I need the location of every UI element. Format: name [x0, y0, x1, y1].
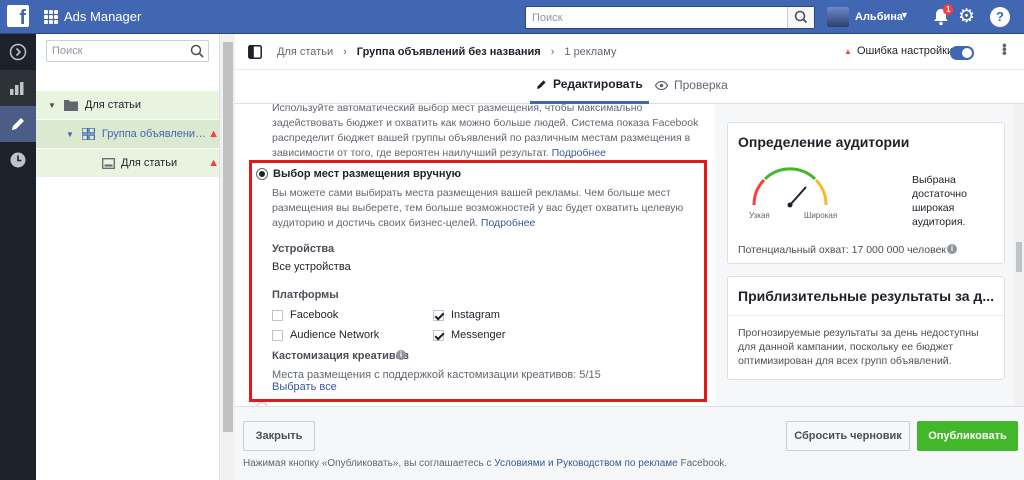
estimated-results-card: Приблизительные результаты за д... Прогн…	[727, 276, 1005, 380]
facebook-logo-icon[interactable]: f	[7, 5, 29, 27]
breadcrumb-adset[interactable]: Группа объявлений без названия	[357, 46, 541, 58]
editor-tabs: Редактировать Проверка	[235, 70, 1024, 104]
ad-preview-icon	[102, 157, 115, 169]
close-button[interactable]: Закрыть	[243, 421, 315, 451]
estimates-title: Приблизительные результаты за д...	[738, 288, 994, 304]
caret-down-icon[interactable]: ▼	[66, 130, 74, 139]
adset-grid-icon	[81, 128, 95, 140]
app-name[interactable]: Ads Manager	[64, 9, 141, 24]
rail-collapse-button[interactable]	[0, 34, 36, 70]
reset-draft-button[interactable]: Сбросить черновик	[786, 421, 910, 451]
editor-footer: Закрыть Сбросить черновик Опубликовать Н…	[235, 406, 1024, 480]
editor-scrollbar[interactable]	[1014, 104, 1024, 406]
audience-gauge-icon	[752, 167, 828, 208]
clock-icon	[10, 152, 26, 168]
chevron-down-icon[interactable]: ▼	[900, 10, 909, 20]
pencil-icon	[12, 118, 24, 130]
avatar[interactable]	[827, 7, 849, 27]
tree-item-label: Для статьи	[121, 157, 178, 169]
global-search	[525, 6, 815, 29]
pencil-icon	[537, 80, 546, 89]
search-icon	[794, 10, 808, 24]
tree-item-ad[interactable]: Для статьи ▲	[36, 149, 219, 177]
terms-link[interactable]: Условиями и Руководством по рекламе	[494, 458, 677, 469]
search-button[interactable]	[787, 7, 814, 28]
search-icon	[190, 44, 204, 58]
gauge-broad-label: Широкая	[804, 211, 838, 220]
audience-card: Определение аудитории Узкая Широкая Выбр…	[727, 122, 1005, 264]
caret-down-icon[interactable]: ▼	[48, 101, 56, 110]
tree-scrollbar-thumb[interactable]	[223, 42, 233, 432]
estimates-divider	[728, 315, 1004, 316]
chevron-right-icon: ›	[550, 46, 555, 58]
breadcrumb-ad[interactable]: 1 рекламу	[564, 46, 616, 58]
right-panel: Определение аудитории Узкая Широкая Выбр…	[715, 104, 1024, 406]
more-link[interactable]: Подробнее	[552, 147, 606, 159]
chevron-right-icon: ›	[343, 46, 347, 58]
apps-grid-icon[interactable]	[44, 10, 58, 24]
warning-icon: ▲	[208, 128, 219, 140]
global-search-input[interactable]	[526, 7, 784, 28]
tab-review[interactable]: Проверка	[655, 78, 728, 92]
auto-placement-text: Используйте автоматический выбор мест ра…	[272, 104, 699, 159]
breadcrumb: Для статьи › Группа объявлений без назва…	[277, 46, 616, 58]
publish-button[interactable]: Опубликовать	[917, 421, 1018, 451]
editor-header: Для статьи › Группа объявлений без назва…	[235, 34, 1024, 70]
gear-icon[interactable]: ⚙	[958, 7, 975, 27]
tree-item-label: Для статьи	[84, 99, 142, 111]
tree-search-input[interactable]	[47, 41, 187, 61]
help-icon[interactable]: ?	[990, 7, 1010, 27]
editor-scrollbar-thumb[interactable]	[1016, 242, 1022, 272]
chevron-right-circle-icon	[9, 43, 27, 61]
tab-review-label: Проверка	[674, 78, 728, 92]
more-options-icon[interactable]: •••	[997, 43, 1013, 55]
estimates-text: Прогнозируемые результаты за день недост…	[738, 327, 979, 367]
left-rail	[0, 34, 36, 480]
tree-item-label: Группа объявлений ...	[101, 128, 212, 140]
audience-title: Определение аудитории	[738, 134, 910, 150]
rail-edit-button[interactable]	[0, 106, 36, 142]
info-icon[interactable]: i	[947, 244, 957, 254]
bar-chart-icon	[10, 82, 24, 95]
tree-scrollbar[interactable]	[219, 34, 235, 480]
tree-search	[46, 40, 209, 62]
warning-icon: ▲	[208, 157, 219, 169]
highlight-box	[249, 160, 707, 402]
toggle-knob	[962, 48, 972, 58]
notification-badge: 1	[943, 4, 954, 15]
folder-icon	[63, 100, 78, 111]
audience-description: Выбрана достаточно широкая аудитория.	[912, 174, 967, 228]
tab-edit-label: Редактировать	[553, 77, 643, 91]
tree-item-campaign[interactable]: ▼ Для статьи	[36, 91, 219, 119]
gauge-narrow-label: Узкая	[749, 211, 770, 220]
rail-reports-button[interactable]	[0, 70, 36, 106]
panel-toggle-icon[interactable]	[248, 45, 262, 59]
potential-reach: Потенциальный охват: 17 000 000 человек	[738, 244, 947, 256]
error-warning-icon: ▲	[844, 47, 852, 56]
top-bar: f Ads Manager Альбина ▼ 1 ⚙ ?	[0, 0, 1024, 34]
error-label[interactable]: Ошибка настройки	[857, 45, 953, 57]
rail-history-button[interactable]	[0, 142, 36, 178]
user-name[interactable]: Альбина	[855, 11, 903, 23]
breadcrumb-campaign[interactable]: Для статьи	[277, 46, 333, 58]
legal-text: Нажимая кнопку «Опубликовать», вы соглаш…	[243, 458, 728, 469]
eye-icon	[655, 80, 668, 90]
tab-edit[interactable]: Редактировать	[530, 77, 649, 104]
tree-item-adset[interactable]: ▼ Группа объявлений ... ▲	[36, 120, 219, 148]
publish-toggle[interactable]	[950, 46, 974, 60]
